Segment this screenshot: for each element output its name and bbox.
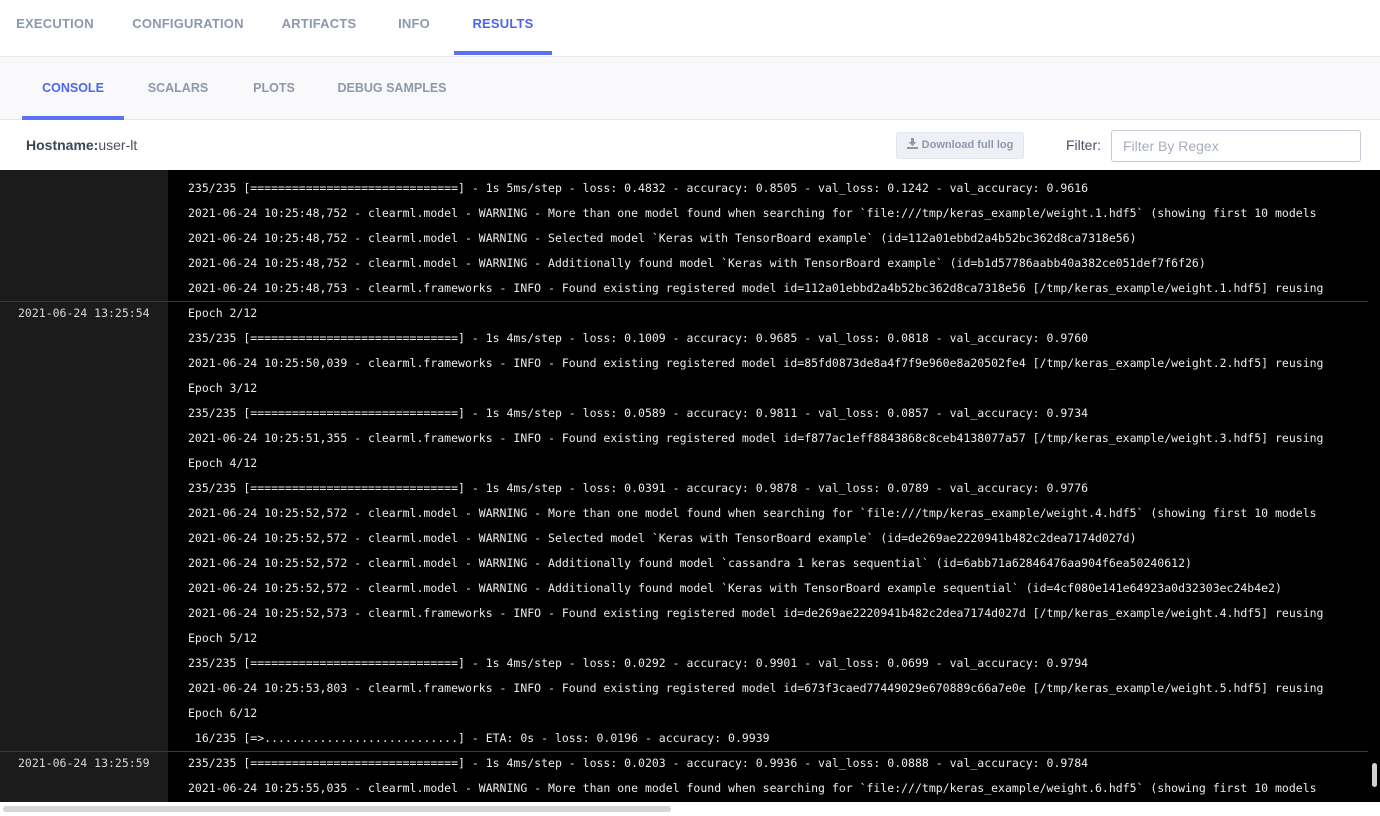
download-full-log-label: Download full log	[921, 139, 1014, 151]
log-line: 16/235 [=>............................] …	[188, 731, 770, 745]
log-line: 2021-06-24 10:25:51,355 - clearml.framew…	[188, 431, 1324, 445]
log-group: 2021-06-24 13:25:59 235/235 [============…	[0, 751, 1368, 801]
console-toolbar: Hostname:user-lt Download full log Filte…	[0, 121, 1380, 170]
tab-configuration[interactable]: CONFIGURATION	[125, 0, 251, 55]
log-line: 2021-06-24 10:25:52,572 - clearml.model …	[188, 531, 1137, 545]
log-line: 2021-06-24 10:25:50,039 - clearml.framew…	[188, 356, 1324, 370]
log-line: 235/235 [==============================]…	[188, 481, 1089, 495]
download-icon	[906, 138, 918, 149]
vertical-scrollbar-thumb[interactable]	[1372, 763, 1377, 787]
log-line: 235/235 [==============================]…	[188, 406, 1089, 420]
tab-results[interactable]: RESULTS	[454, 0, 552, 55]
console-log[interactable]: 235/235 [==============================]…	[0, 170, 1380, 816]
log-line: 2021-06-24 10:25:52,572 - clearml.model …	[188, 581, 1282, 595]
log-line: 235/235 [==============================]…	[188, 181, 1089, 195]
horizontal-scrollbar-thumb[interactable]	[3, 806, 671, 812]
filter-input[interactable]	[1111, 130, 1361, 162]
hostname-value: user-lt	[98, 137, 138, 153]
tab-console[interactable]: CONSOLE	[22, 57, 124, 120]
log-line: Epoch 4/12	[188, 456, 258, 470]
sub-tab-bar: CONSOLE SCALARS PLOTS DEBUG SAMPLES	[0, 57, 1380, 120]
log-line: Epoch 2/12	[188, 306, 258, 320]
log-line: 235/235 [==============================]…	[188, 331, 1089, 345]
hostname: Hostname:user-lt	[26, 121, 137, 169]
log-line: 2021-06-24 10:25:48,752 - clearml.model …	[188, 206, 1317, 220]
log-line: Epoch 6/12	[188, 706, 258, 720]
log-line: 235/235 [==============================]…	[188, 756, 1089, 770]
log-line: 2021-06-24 10:25:48,752 - clearml.model …	[188, 256, 1206, 270]
tab-execution[interactable]: EXECUTION	[0, 0, 110, 55]
log-line: 2021-06-24 10:25:53,803 - clearml.framew…	[188, 681, 1324, 695]
log-line: Epoch 3/12	[188, 381, 258, 395]
log-group: 235/235 [==============================]…	[0, 176, 1368, 301]
tab-artifacts[interactable]: ARTIFACTS	[272, 0, 366, 55]
log-line: 2021-06-24 10:25:48,752 - clearml.model …	[188, 231, 1137, 245]
log-line: 2021-06-24 10:25:48,753 - clearml.framew…	[188, 281, 1324, 295]
vertical-scrollbar[interactable]	[1368, 170, 1380, 802]
log-line: 2021-06-24 10:25:55,035 - clearml.model …	[188, 781, 1317, 795]
log-content: 235/235 [==============================]…	[0, 170, 1368, 802]
log-group: 2021-06-24 13:25:54 Epoch 2/12 235/235 [==…	[0, 301, 1368, 751]
log-line: 2021-06-24 10:25:52,572 - clearml.model …	[188, 506, 1317, 520]
log-group-timestamp: 2021-06-24 13:25:54	[18, 306, 150, 320]
log-line: 2021-06-24 10:25:52,572 - clearml.model …	[188, 556, 1192, 570]
tab-plots[interactable]: PLOTS	[244, 57, 304, 120]
tab-info[interactable]: INFO	[389, 0, 439, 55]
log-line: 2021-06-24 10:25:52,573 - clearml.framew…	[188, 606, 1324, 620]
download-full-log-button[interactable]: Download full log	[896, 132, 1024, 159]
tab-debug-samples[interactable]: DEBUG SAMPLES	[330, 57, 454, 120]
hostname-label: Hostname:	[26, 137, 99, 153]
log-line: Epoch 5/12	[188, 631, 258, 645]
top-tab-bar: EXECUTION CONFIGURATION ARTIFACTS INFO R…	[0, 0, 1380, 57]
filter-label: Filter:	[1066, 137, 1101, 153]
log-group-timestamp: 2021-06-24 13:25:59	[18, 756, 150, 770]
log-line: 235/235 [==============================]…	[188, 656, 1089, 670]
tab-scalars[interactable]: SCALARS	[140, 57, 216, 120]
